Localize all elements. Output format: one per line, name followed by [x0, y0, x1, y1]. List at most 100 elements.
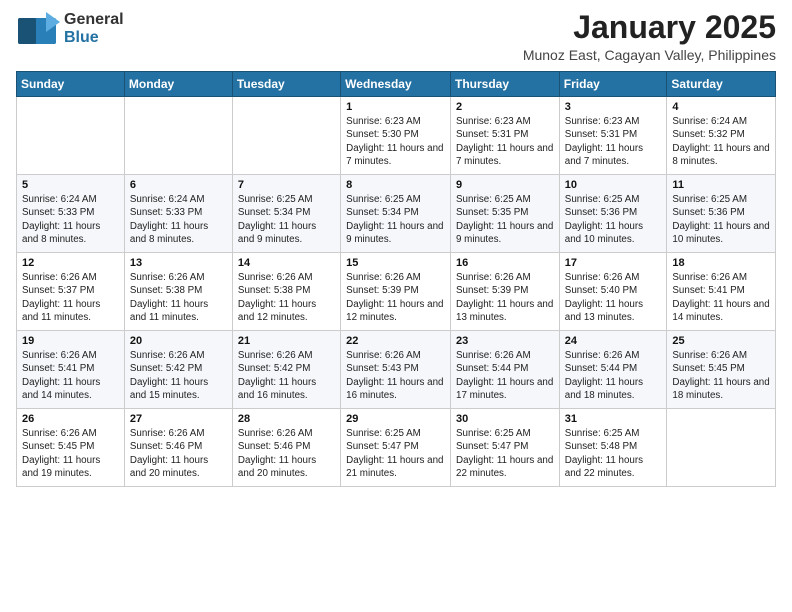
table-row: 4 Sunrise: 6:24 AMSunset: 5:32 PMDayligh… — [667, 97, 776, 175]
day-info: Sunrise: 6:26 AMSunset: 5:40 PMDaylight:… — [565, 271, 662, 324]
calendar-header-row: Sunday Monday Tuesday Wednesday Thursday… — [17, 72, 776, 97]
table-row: 22 Sunrise: 6:26 AMSunset: 5:43 PMDaylig… — [341, 331, 451, 409]
header: General Blue January 2025 Munoz East, Ca… — [16, 10, 776, 63]
logo-text: General Blue — [64, 11, 124, 46]
day-info: Sunrise: 6:26 AMSunset: 5:38 PMDaylight:… — [238, 271, 335, 324]
day-number: 11 — [672, 179, 770, 191]
day-info: Sunrise: 6:25 AMSunset: 5:36 PMDaylight:… — [672, 193, 770, 246]
table-row: 5 Sunrise: 6:24 AMSunset: 5:33 PMDayligh… — [17, 175, 125, 253]
header-tuesday: Tuesday — [232, 72, 340, 97]
day-number: 15 — [346, 257, 445, 269]
day-info: Sunrise: 6:26 AMSunset: 5:42 PMDaylight:… — [238, 349, 335, 402]
day-info: Sunrise: 6:26 AMSunset: 5:39 PMDaylight:… — [456, 271, 554, 324]
table-row — [667, 409, 776, 487]
day-number: 8 — [346, 179, 445, 191]
location-title: Munoz East, Cagayan Valley, Philippines — [523, 47, 776, 63]
header-saturday: Saturday — [667, 72, 776, 97]
day-info: Sunrise: 6:25 AMSunset: 5:47 PMDaylight:… — [346, 427, 445, 480]
day-info: Sunrise: 6:26 AMSunset: 5:45 PMDaylight:… — [672, 349, 770, 402]
day-info: Sunrise: 6:26 AMSunset: 5:43 PMDaylight:… — [346, 349, 445, 402]
table-row: 27 Sunrise: 6:26 AMSunset: 5:46 PMDaylig… — [124, 409, 232, 487]
table-row — [124, 97, 232, 175]
table-row: 25 Sunrise: 6:26 AMSunset: 5:45 PMDaylig… — [667, 331, 776, 409]
day-info: Sunrise: 6:25 AMSunset: 5:48 PMDaylight:… — [565, 427, 662, 480]
table-row: 2 Sunrise: 6:23 AMSunset: 5:31 PMDayligh… — [451, 97, 560, 175]
day-number: 6 — [130, 179, 227, 191]
table-row: 13 Sunrise: 6:26 AMSunset: 5:38 PMDaylig… — [124, 253, 232, 331]
table-row: 9 Sunrise: 6:25 AMSunset: 5:35 PMDayligh… — [451, 175, 560, 253]
day-info: Sunrise: 6:26 AMSunset: 5:44 PMDaylight:… — [456, 349, 554, 402]
month-title: January 2025 — [523, 10, 776, 45]
day-info: Sunrise: 6:26 AMSunset: 5:45 PMDaylight:… — [22, 427, 119, 480]
header-wednesday: Wednesday — [341, 72, 451, 97]
day-info: Sunrise: 6:26 AMSunset: 5:38 PMDaylight:… — [130, 271, 227, 324]
header-friday: Friday — [559, 72, 667, 97]
day-number: 19 — [22, 335, 119, 347]
day-number: 28 — [238, 413, 335, 425]
table-row: 14 Sunrise: 6:26 AMSunset: 5:38 PMDaylig… — [232, 253, 340, 331]
day-number: 20 — [130, 335, 227, 347]
page: General Blue January 2025 Munoz East, Ca… — [0, 0, 792, 503]
day-info: Sunrise: 6:26 AMSunset: 5:46 PMDaylight:… — [238, 427, 335, 480]
table-row: 29 Sunrise: 6:25 AMSunset: 5:47 PMDaylig… — [341, 409, 451, 487]
calendar-week-row: 26 Sunrise: 6:26 AMSunset: 5:45 PMDaylig… — [17, 409, 776, 487]
day-info: Sunrise: 6:26 AMSunset: 5:41 PMDaylight:… — [22, 349, 119, 402]
day-number: 3 — [565, 101, 662, 113]
table-row: 12 Sunrise: 6:26 AMSunset: 5:37 PMDaylig… — [17, 253, 125, 331]
day-info: Sunrise: 6:26 AMSunset: 5:37 PMDaylight:… — [22, 271, 119, 324]
day-number: 30 — [456, 413, 554, 425]
header-thursday: Thursday — [451, 72, 560, 97]
table-row: 8 Sunrise: 6:25 AMSunset: 5:34 PMDayligh… — [341, 175, 451, 253]
day-info: Sunrise: 6:24 AMSunset: 5:32 PMDaylight:… — [672, 115, 770, 168]
day-info: Sunrise: 6:25 AMSunset: 5:47 PMDaylight:… — [456, 427, 554, 480]
day-info: Sunrise: 6:24 AMSunset: 5:33 PMDaylight:… — [22, 193, 119, 246]
day-number: 2 — [456, 101, 554, 113]
table-row: 17 Sunrise: 6:26 AMSunset: 5:40 PMDaylig… — [559, 253, 667, 331]
day-info: Sunrise: 6:25 AMSunset: 5:36 PMDaylight:… — [565, 193, 662, 246]
calendar-week-row: 19 Sunrise: 6:26 AMSunset: 5:41 PMDaylig… — [17, 331, 776, 409]
table-row: 20 Sunrise: 6:26 AMSunset: 5:42 PMDaylig… — [124, 331, 232, 409]
day-number: 26 — [22, 413, 119, 425]
day-info: Sunrise: 6:23 AMSunset: 5:30 PMDaylight:… — [346, 115, 445, 168]
table-row: 7 Sunrise: 6:25 AMSunset: 5:34 PMDayligh… — [232, 175, 340, 253]
header-monday: Monday — [124, 72, 232, 97]
table-row: 6 Sunrise: 6:24 AMSunset: 5:33 PMDayligh… — [124, 175, 232, 253]
day-info: Sunrise: 6:24 AMSunset: 5:33 PMDaylight:… — [130, 193, 227, 246]
table-row: 24 Sunrise: 6:26 AMSunset: 5:44 PMDaylig… — [559, 331, 667, 409]
table-row: 28 Sunrise: 6:26 AMSunset: 5:46 PMDaylig… — [232, 409, 340, 487]
table-row: 16 Sunrise: 6:26 AMSunset: 5:39 PMDaylig… — [451, 253, 560, 331]
table-row: 21 Sunrise: 6:26 AMSunset: 5:42 PMDaylig… — [232, 331, 340, 409]
day-info: Sunrise: 6:26 AMSunset: 5:44 PMDaylight:… — [565, 349, 662, 402]
day-number: 18 — [672, 257, 770, 269]
logo-blue: Blue — [64, 29, 124, 47]
day-number: 7 — [238, 179, 335, 191]
table-row: 3 Sunrise: 6:23 AMSunset: 5:31 PMDayligh… — [559, 97, 667, 175]
day-number: 16 — [456, 257, 554, 269]
table-row: 15 Sunrise: 6:26 AMSunset: 5:39 PMDaylig… — [341, 253, 451, 331]
day-number: 9 — [456, 179, 554, 191]
day-number: 1 — [346, 101, 445, 113]
logo-general: General — [64, 11, 124, 29]
day-info: Sunrise: 6:26 AMSunset: 5:42 PMDaylight:… — [130, 349, 227, 402]
day-number: 14 — [238, 257, 335, 269]
table-row: 31 Sunrise: 6:25 AMSunset: 5:48 PMDaylig… — [559, 409, 667, 487]
calendar-week-row: 1 Sunrise: 6:23 AMSunset: 5:30 PMDayligh… — [17, 97, 776, 175]
table-row: 30 Sunrise: 6:25 AMSunset: 5:47 PMDaylig… — [451, 409, 560, 487]
table-row: 19 Sunrise: 6:26 AMSunset: 5:41 PMDaylig… — [17, 331, 125, 409]
day-info: Sunrise: 6:23 AMSunset: 5:31 PMDaylight:… — [456, 115, 554, 168]
table-row: 11 Sunrise: 6:25 AMSunset: 5:36 PMDaylig… — [667, 175, 776, 253]
table-row — [232, 97, 340, 175]
day-number: 27 — [130, 413, 227, 425]
calendar-week-row: 5 Sunrise: 6:24 AMSunset: 5:33 PMDayligh… — [17, 175, 776, 253]
day-info: Sunrise: 6:26 AMSunset: 5:46 PMDaylight:… — [130, 427, 227, 480]
table-row: 18 Sunrise: 6:26 AMSunset: 5:41 PMDaylig… — [667, 253, 776, 331]
calendar-table: Sunday Monday Tuesday Wednesday Thursday… — [16, 71, 776, 487]
header-sunday: Sunday — [17, 72, 125, 97]
day-number: 31 — [565, 413, 662, 425]
day-number: 24 — [565, 335, 662, 347]
logo-icon — [16, 10, 60, 48]
title-block: January 2025 Munoz East, Cagayan Valley,… — [523, 10, 776, 63]
day-number: 22 — [346, 335, 445, 347]
day-info: Sunrise: 6:25 AMSunset: 5:34 PMDaylight:… — [346, 193, 445, 246]
table-row — [17, 97, 125, 175]
